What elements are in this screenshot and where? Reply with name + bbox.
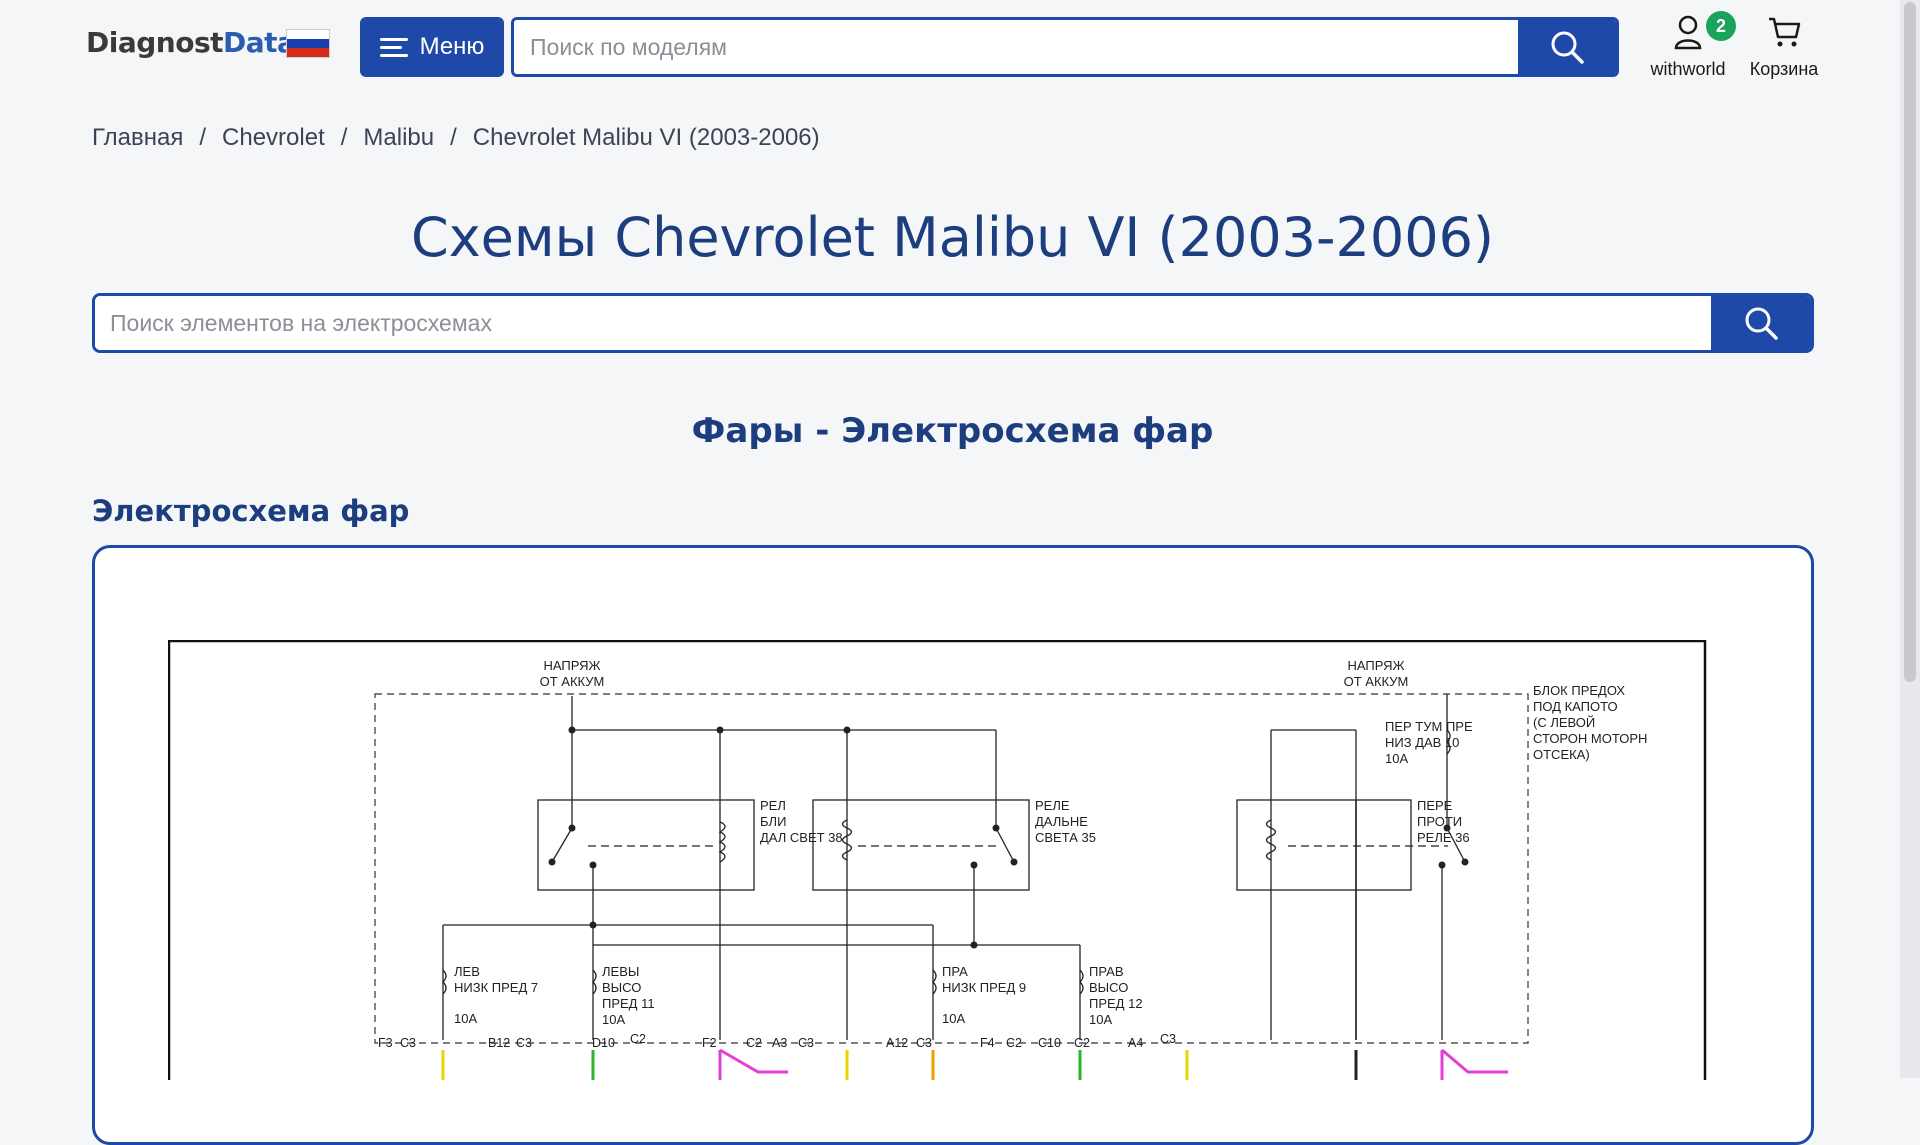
connector-label: C3 (516, 1036, 532, 1050)
diagram-label: БЛОК ПРЕДОХ (1533, 683, 1625, 698)
diagram-label: НАПРЯЖ (543, 658, 600, 673)
model-search-button[interactable] (1518, 20, 1616, 74)
hamburger-icon (379, 37, 408, 57)
diagram-label: НИЗК ПРЕД 7 (454, 980, 538, 995)
diagram-label: ДАЛЬНЕ (1035, 814, 1088, 829)
connector-label: C3 (400, 1036, 416, 1050)
cart-label: Корзина (1749, 59, 1819, 79)
search-icon (1551, 31, 1584, 64)
connector-label: C2 (1074, 1036, 1090, 1050)
diagram-label: РЕЛ (760, 798, 786, 813)
scrollbar-thumb[interactable] (1904, 2, 1916, 682)
connector-label: F2 (702, 1036, 717, 1050)
connector-label: A4 (1128, 1036, 1143, 1050)
diagram-label: ПЕР ТУМ ПРЕ (1385, 719, 1473, 734)
site-header: DiagnostData Меню 2 withworld (0, 0, 1900, 96)
diagram-label: ЛЕВ (454, 964, 480, 979)
connector-label: C3 (1160, 1032, 1176, 1046)
breadcrumb-item-current: Chevrolet Malibu VI (2003-2006) (472, 124, 820, 151)
logo-text-part2: Data (223, 26, 296, 59)
connector-label: C2 (1006, 1036, 1022, 1050)
connector-label: D10 (592, 1036, 615, 1050)
diagram-label: ОТ АККУМ (1344, 674, 1409, 689)
model-search-bar (511, 17, 1619, 77)
diagram-label: 10A (602, 1012, 625, 1027)
cart-button[interactable]: Корзина (1744, 14, 1824, 80)
diagram-label: ВЫСО (1089, 980, 1128, 995)
notification-badge: 2 (1706, 11, 1736, 41)
breadcrumb: Главная / Chevrolet / Malibu / Chevrolet… (92, 124, 820, 152)
cart-icon (1769, 17, 1801, 47)
connector-label: C3 (798, 1036, 814, 1050)
breadcrumb-separator: / (340, 124, 348, 151)
menu-label: Меню (419, 33, 485, 60)
diagram-label: СВЕТА 35 (1035, 830, 1096, 845)
diagram-label: РЕЛЕ (1035, 798, 1070, 813)
connector-label: F3 (378, 1036, 393, 1050)
diagram-label: РЕЛЕ 36 (1417, 830, 1470, 845)
connector-label: C2 (630, 1032, 646, 1046)
diagram-label: ОТСЕКА) (1533, 747, 1590, 762)
diagram-label: 10A (942, 1011, 965, 1026)
connector-label: B12 (488, 1036, 510, 1050)
diagram-label: ПРЕД 11 (602, 996, 655, 1011)
diagram-label: ВЫСО (602, 980, 641, 995)
breadcrumb-item-brand[interactable]: Chevrolet (222, 124, 325, 152)
diagram-label: ОТ АККУМ (540, 674, 605, 689)
wiring-diagram[interactable]: НАПРЯЖ ОТ АККУМ НАПРЯЖ ОТ АККУМ БЛОК ПРЕ… (168, 640, 1708, 1080)
diagram-label: 10A (1089, 1012, 1112, 1027)
connector-label: F4 (980, 1036, 995, 1050)
model-search-input[interactable] (514, 20, 1518, 74)
connector-label: C2 (746, 1036, 762, 1050)
menu-button[interactable]: Меню (360, 17, 504, 77)
diagram-subtitle: Электросхема фар (92, 494, 410, 528)
user-account-button[interactable]: 2 withworld (1648, 11, 1736, 80)
diagram-label: БЛИ (760, 814, 786, 829)
element-search-input[interactable] (95, 296, 1711, 350)
page-scrollbar[interactable] (1900, 0, 1920, 1078)
diagram-label: ПРАВ (1089, 964, 1124, 979)
page-title: Схемы Chevrolet Malibu VI (2003-2006) (410, 206, 1494, 269)
diagram-label: ЛЕВЫ (602, 964, 639, 979)
diagram-label: ПЕРЕ (1417, 798, 1453, 813)
logo-text-part1: Diagnost (86, 26, 224, 59)
diagram-label: 10A (454, 1011, 477, 1026)
diagram-label: НАПРЯЖ (1347, 658, 1404, 673)
diagram-label: НИЗ ДАВ 10 (1385, 735, 1459, 750)
diagram-label: НИЗК ПРЕД 9 (942, 980, 1026, 995)
element-search-bar (92, 293, 1814, 353)
user-icon (1674, 15, 1702, 50)
breadcrumb-item-model[interactable]: Malibu (363, 124, 434, 152)
russia-flag-icon (286, 29, 330, 58)
diagram-label: (С ЛЕВОЙ (1533, 715, 1595, 730)
breadcrumb-separator: / (199, 124, 207, 151)
connector-label: A12 (886, 1036, 908, 1050)
logo[interactable]: DiagnostData (86, 26, 296, 59)
section-title: Фары - Электросхема фар (691, 411, 1214, 451)
connector-label: A3 (772, 1036, 787, 1050)
connector-label: C3 (916, 1036, 932, 1050)
user-label: withworld (1650, 59, 1726, 79)
diagram-label: ПОД КАПОТО (1533, 699, 1618, 714)
diagram-label: ПРОТИ (1417, 814, 1462, 829)
breadcrumb-separator: / (450, 124, 457, 151)
diagram-label: 10A (1385, 751, 1408, 766)
diagram-label: ДАЛ СВЕТ 38 (760, 830, 843, 845)
search-icon (1745, 307, 1778, 340)
element-search-button[interactable] (1711, 296, 1811, 350)
diagram-label: ПРА (942, 964, 968, 979)
connector-label: C10 (1038, 1036, 1061, 1050)
diagram-label: СТОРОН МОТОРН (1533, 731, 1647, 746)
breadcrumb-item-home[interactable]: Главная (92, 124, 183, 152)
diagram-label: ПРЕД 12 (1089, 996, 1143, 1011)
